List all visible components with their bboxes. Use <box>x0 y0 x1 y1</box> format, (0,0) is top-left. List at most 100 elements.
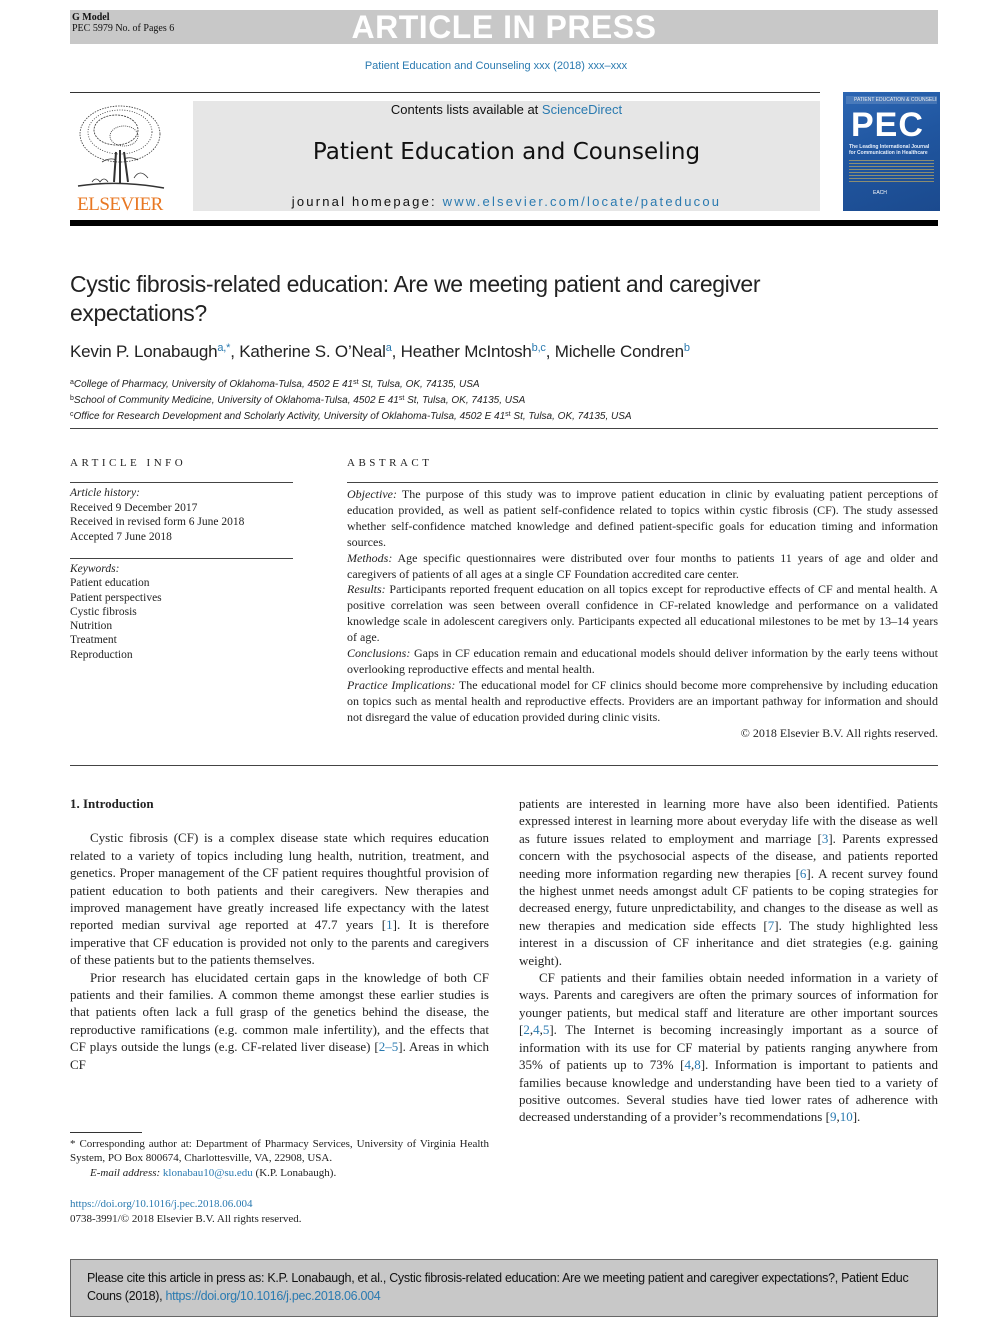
paragraph-text: ]. <box>852 1109 861 1125</box>
affiliation-text: College of Pharmacy, University of Oklah… <box>73 379 354 390</box>
right-paragraphs: patients are interested in learning more… <box>519 795 938 1126</box>
abstract-end-rule <box>70 765 938 766</box>
keyword: Patient perspectives <box>70 591 162 604</box>
author-affiliation-marker[interactable]: b <box>684 342 690 354</box>
affiliation: aCollege of Pharmacy, University of Okla… <box>70 376 930 392</box>
author-separator: , <box>391 342 401 361</box>
corresponding-author-footnote: * Corresponding author at: Department of… <box>70 1137 489 1180</box>
cover-logos: EACH <box>873 190 887 196</box>
abstract-section-label: Methods: <box>347 550 393 565</box>
body-paragraph: Cystic fibrosis (CF) is a complex diseas… <box>70 829 489 968</box>
reference-link[interactable]: 2–5 <box>379 1039 399 1054</box>
history-item: Accepted 7 June 2018 <box>70 530 172 543</box>
tree-of-knowledge-icon <box>77 105 165 189</box>
abstract-section-label: Results: <box>347 582 386 597</box>
journal-homepage-link[interactable]: www.elsevier.com/locate/pateducou <box>443 194 722 209</box>
history-item: Received 9 December 2017 <box>70 501 198 514</box>
elsevier-logo[interactable]: ELSEVIER <box>70 102 170 215</box>
doi-link[interactable]: https://doi.org/10.1016/j.pec.2018.06.00… <box>70 1198 253 1210</box>
left-paragraphs: Cystic fibrosis (CF) is a complex diseas… <box>70 829 489 1073</box>
email-label: E-mail address: <box>90 1166 161 1179</box>
abstract-section-label: Conclusions: <box>347 646 411 661</box>
author-name[interactable]: Kevin P. Lonabaugh <box>70 342 218 361</box>
keywords-label: Keywords: <box>70 563 120 575</box>
corresponding-text: Corresponding author at: Department of P… <box>70 1138 489 1165</box>
journal-citation-link[interactable]: Patient Education and Counseling xxx (20… <box>0 60 992 72</box>
abstract-section-text: Age specific questionnaires were distrib… <box>347 550 938 581</box>
affiliation: bSchool of Community Medicine, Universit… <box>70 392 930 408</box>
email-owner: (K.P. Lonabaugh). <box>252 1166 337 1179</box>
citation-text: Please cite this article in press as: K.… <box>87 1269 927 1305</box>
author-name[interactable]: Katherine S. O’Neal <box>239 342 386 361</box>
keyword-list: Keywords: Patient education Patient pers… <box>70 562 295 662</box>
author-separator: , <box>545 342 555 361</box>
publisher-name: ELSEVIER <box>77 194 163 215</box>
abstract-body: Objective: The purpose of this study was… <box>347 487 938 742</box>
article-history: Article history: Received 9 December 201… <box>70 486 295 544</box>
cover-acronym: PEC <box>851 106 924 144</box>
banner-title: ARTICLE IN PRESS <box>351 9 657 45</box>
reference-link[interactable]: 10 <box>840 1109 853 1124</box>
author-name[interactable]: Heather McIntosh <box>401 342 532 361</box>
body-paragraph: Prior research has elucidated certain ga… <box>70 969 489 1073</box>
abstract-section-label: Practice Implications: <box>347 677 456 692</box>
body-column-left: 1. Introduction Cystic fibrosis (CF) is … <box>70 795 489 1073</box>
footnote-rule <box>70 1132 142 1133</box>
homepage-prefix: journal homepage: <box>291 194 443 209</box>
abstract-section: Practice Implications: The educational m… <box>347 678 938 726</box>
abstract-section-text: Gaps in CF education remain and educatio… <box>347 646 938 676</box>
body-paragraph: patients are interested in learning more… <box>519 795 938 969</box>
affiliation-text: St, Tulsa, OK, 74135, USA <box>510 411 632 422</box>
contents-prefix: Contents lists available at <box>390 102 542 117</box>
journal-name: Patient Education and Counseling <box>312 139 701 165</box>
keywords-rule <box>70 558 293 559</box>
abstract-copyright: © 2018 Elsevier B.V. All rights reserved… <box>740 725 938 740</box>
author-separator: , <box>230 342 240 361</box>
affiliation-text: St, Tulsa, OK, 74135, USA <box>358 379 480 390</box>
history-item: Received in revised form 6 June 2018 <box>70 516 245 528</box>
abstract-section-text: The purpose of this study was to improve… <box>347 487 938 549</box>
keyword: Cystic fibrosis <box>70 605 137 618</box>
affiliation-text: School of Community Medicine, University… <box>73 395 399 406</box>
abstract-section: Results: Participants reported frequent … <box>347 582 938 646</box>
sciencedirect-link[interactable]: ScienceDirect <box>542 102 622 117</box>
issn-copyright: 0738-3991/© 2018 Elsevier B.V. All right… <box>70 1212 302 1225</box>
citation-doi-link[interactable]: https://doi.org/10.1016/j.pec.2018.06.00… <box>166 1289 381 1303</box>
affiliation-rule <box>70 428 938 429</box>
article-info-rule <box>70 482 293 483</box>
article-info-heading: ARTICLE INFO <box>70 457 187 469</box>
cover-top-strip: PATIENT EDUCATION & COUNSELING <box>846 96 937 104</box>
abstract-heading: ABSTRACT <box>347 457 433 469</box>
author-affiliation-marker[interactable]: a,* <box>217 342 230 354</box>
body-column-right: patients are interested in learning more… <box>519 795 938 1126</box>
keyword: Nutrition <box>70 620 113 633</box>
keyword: Reproduction <box>70 648 133 661</box>
history-label: Article history: <box>70 487 140 499</box>
doi-block: https://doi.org/10.1016/j.pec.2018.06.00… <box>70 1197 489 1226</box>
abstract-section: Methods: Age specific questionnaires wer… <box>347 551 938 583</box>
header-bottom-rule <box>70 220 938 226</box>
article-title: Cystic fibrosis-related education: Are w… <box>70 271 761 326</box>
section-heading: 1. Introduction <box>70 796 154 811</box>
abstract-section: Conclusions: Gaps in CF education remain… <box>347 646 938 678</box>
body-paragraph: CF patients and their families obtain ne… <box>519 969 938 1126</box>
email-link[interactable]: klonabau10@su.edu <box>163 1167 253 1179</box>
affiliation-text: St, Tulsa, OK, 74135, USA <box>404 395 526 406</box>
author-affiliation-marker[interactable]: b,c <box>532 342 546 354</box>
keyword: Treatment <box>70 634 117 647</box>
header-top-rule <box>70 92 820 93</box>
abstract-rule <box>347 482 938 483</box>
author-name[interactable]: Michelle Condren <box>555 342 684 361</box>
journal-cover-image[interactable]: PATIENT EDUCATION & COUNSELING PEC The L… <box>843 92 940 211</box>
keyword: Patient education <box>70 577 150 590</box>
author-list: Kevin P. Lonabaugha,*, Katherine S. O’Ne… <box>70 342 930 362</box>
abstract-section-text: Participants reported frequent education… <box>347 582 938 645</box>
contents-line: Contents lists available at ScienceDirec… <box>193 102 820 117</box>
cover-subtitle: The Leading International Journal for Co… <box>849 144 930 156</box>
abstract-section-label: Objective: <box>347 487 397 501</box>
affiliation: cOffice for Research Development and Sch… <box>70 408 930 424</box>
homepage-line: journal homepage: www.elsevier.com/locat… <box>193 194 820 209</box>
cover-text-lines <box>849 160 934 182</box>
affiliation-list: aCollege of Pharmacy, University of Okla… <box>70 376 930 424</box>
abstract-section: Objective: The purpose of this study was… <box>347 487 938 551</box>
